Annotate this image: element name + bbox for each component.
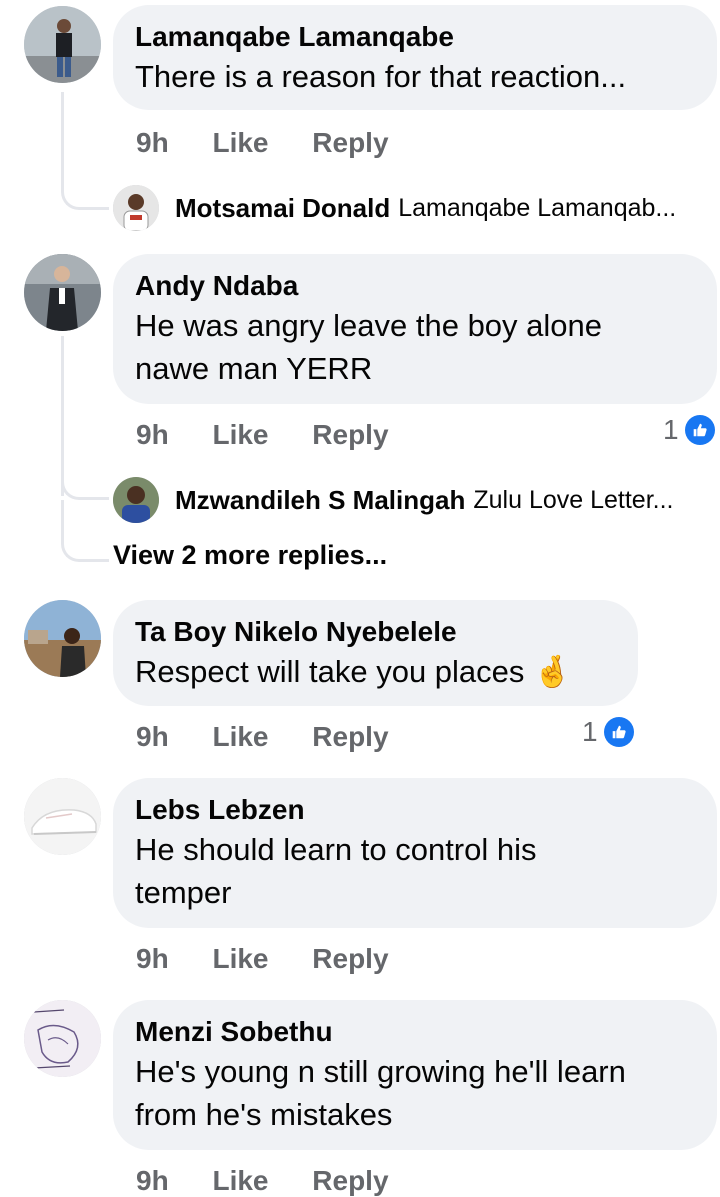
avatar[interactable] (24, 6, 101, 83)
comment-actions: 9h Like Reply (136, 1165, 425, 1197)
comment-bubble: Lebs Lebzen He should learn to control h… (113, 778, 717, 928)
comment-actions: 9h Like Reply (136, 127, 425, 159)
reply-snippet: Lamanqabe Lamanqab... (398, 193, 677, 222)
like-button[interactable]: Like (212, 127, 268, 159)
view-more-replies-link[interactable]: View 2 more replies... (113, 540, 387, 571)
comment-text: He was angry leave the boy alone (135, 308, 603, 343)
thread-line (61, 470, 109, 500)
comment-text: He should learn to control his (135, 832, 537, 867)
reply-preview[interactable]: Motsamai Donald Lamanqabe Lamanqab... (113, 184, 676, 232)
comment-text: Respect will take you places 🤞 (135, 654, 572, 689)
reply-button[interactable]: Reply (312, 1165, 388, 1197)
comment-bubble: Ta Boy Nikelo Nyebelele Respect will tak… (113, 600, 638, 706)
comment-bubble: Lamanqabe Lamanqabe There is a reason fo… (113, 5, 717, 110)
comment-author[interactable]: Ta Boy Nikelo Nyebelele (135, 614, 616, 650)
reply-button[interactable]: Reply (312, 419, 388, 451)
comment-time[interactable]: 9h (136, 419, 169, 451)
reaction-count-number: 1 (582, 716, 598, 747)
avatar[interactable] (24, 778, 101, 855)
reply-preview[interactable]: Mzwandileh S Malingah Zulu Love Letter..… (113, 476, 673, 524)
comment-actions: 9h Like Reply (136, 419, 425, 451)
comment-author[interactable]: Menzi Sobethu (135, 1014, 695, 1050)
comment-bubble: Andy Ndaba He was angry leave the boy al… (113, 254, 717, 404)
thumbs-up-icon (603, 717, 634, 747)
thread-line (61, 92, 109, 210)
reaction-count[interactable]: 1 (663, 414, 715, 446)
reply-button[interactable]: Reply (312, 721, 388, 753)
like-button[interactable]: Like (212, 419, 268, 451)
reply-button[interactable]: Reply (312, 127, 388, 159)
comment-time[interactable]: 9h (136, 721, 169, 753)
like-button[interactable]: Like (212, 943, 268, 975)
avatar (113, 185, 159, 231)
comment-author[interactable]: Andy Ndaba (135, 268, 695, 304)
comment-author[interactable]: Lebs Lebzen (135, 792, 695, 828)
comment-text: nawe man YERR (135, 351, 373, 386)
comment-time[interactable]: 9h (136, 127, 169, 159)
thread-line (61, 500, 109, 562)
comment-actions: 9h Like Reply (136, 943, 425, 975)
comment-time[interactable]: 9h (136, 943, 169, 975)
reaction-count[interactable]: 1 (582, 716, 634, 748)
reply-snippet: Zulu Love Letter... (473, 485, 674, 514)
avatar[interactable] (24, 600, 101, 677)
thumbs-up-icon (684, 415, 715, 445)
avatar (113, 477, 159, 523)
comment-time[interactable]: 9h (136, 1165, 169, 1197)
reaction-count-number: 1 (663, 414, 679, 445)
reply-author[interactable]: Motsamai Donald (175, 193, 390, 224)
like-button[interactable]: Like (212, 721, 268, 753)
like-button[interactable]: Like (212, 1165, 268, 1197)
comment-bubble: Menzi Sobethu He's young n still growing… (113, 1000, 717, 1150)
reply-author[interactable]: Mzwandileh S Malingah (175, 485, 465, 516)
comment-actions: 9h Like Reply (136, 721, 425, 753)
comment-text: from he's mistakes (135, 1097, 393, 1132)
reply-button[interactable]: Reply (312, 943, 388, 975)
comment-text: He's young n still growing he'll learn (135, 1054, 626, 1089)
avatar[interactable] (24, 254, 101, 331)
comment-text: There is a reason for that reaction... (135, 59, 627, 94)
comment-text: temper (135, 875, 232, 910)
avatar[interactable] (24, 1000, 101, 1077)
comment-author[interactable]: Lamanqabe Lamanqabe (135, 19, 695, 55)
